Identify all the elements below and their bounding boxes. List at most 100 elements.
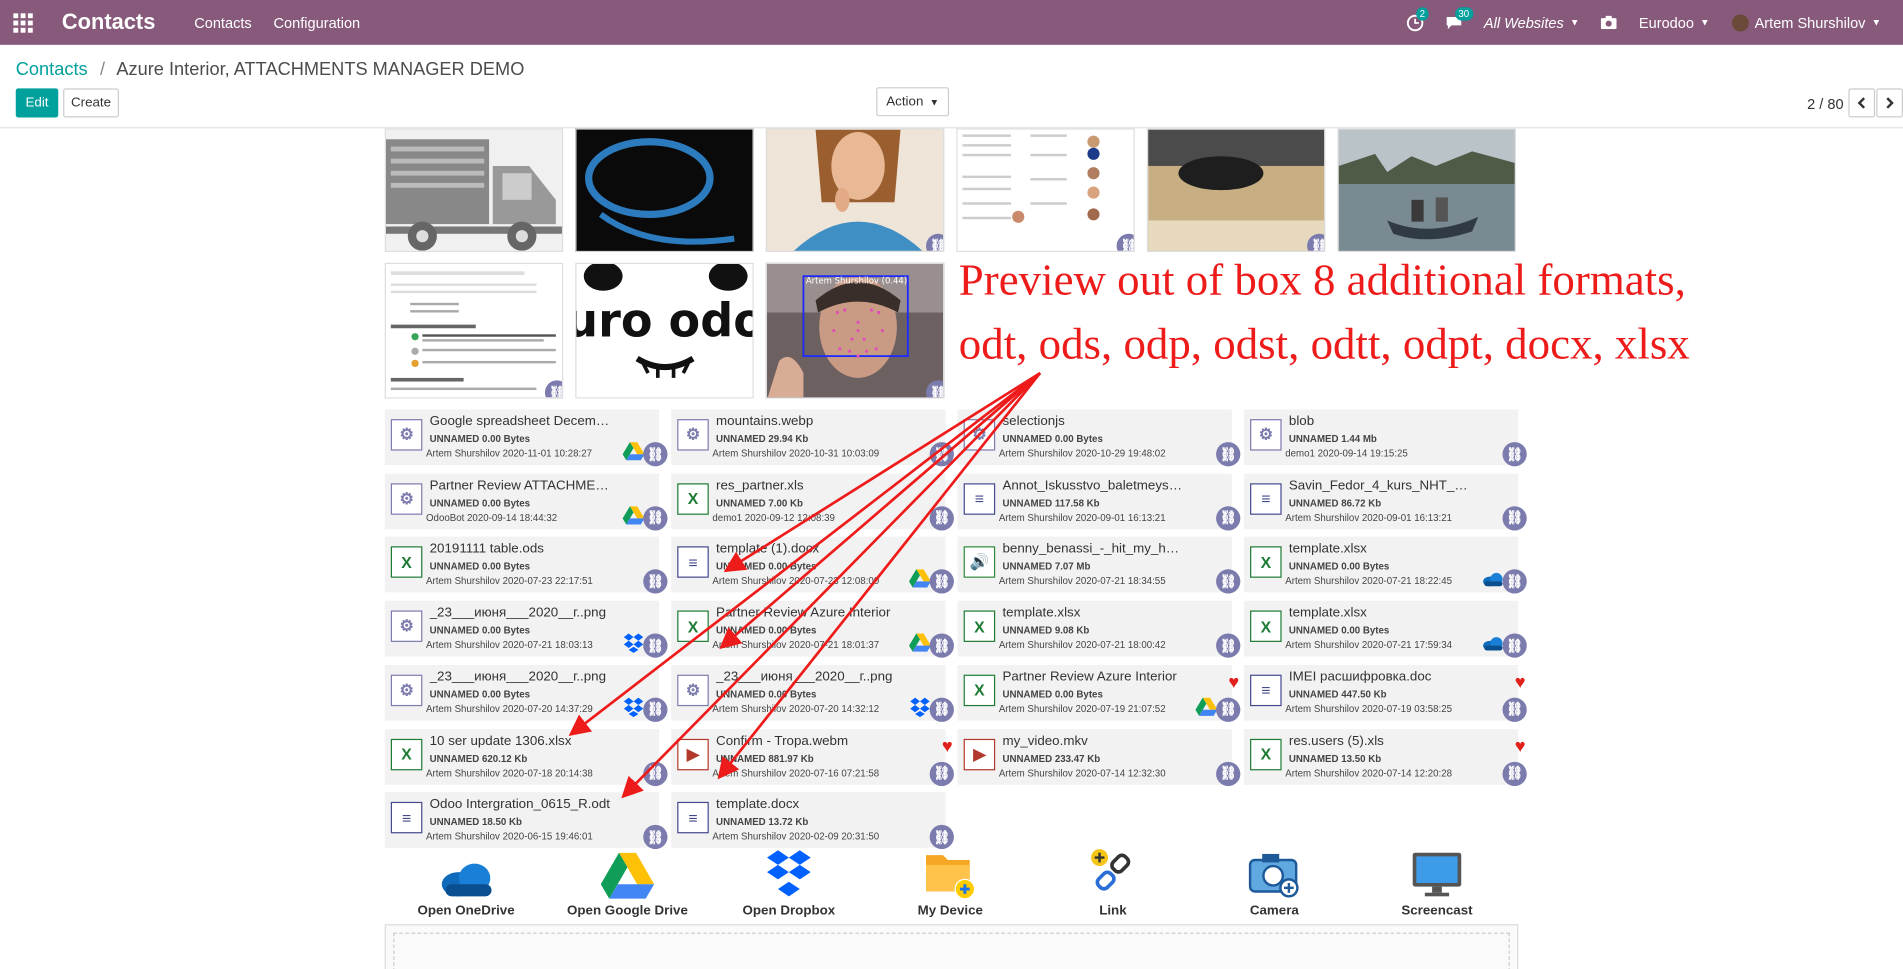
- link-icon[interactable]: ⛓: [1502, 569, 1527, 594]
- image-thumb-document[interactable]: ⛓: [384, 262, 564, 399]
- google-drive-icon[interactable]: [622, 442, 645, 461]
- link-icon[interactable]: ⛓: [1216, 569, 1241, 594]
- link-icon[interactable]: ⛓: [929, 633, 954, 658]
- attachment-name[interactable]: Odoo Intergration_0615_R.odt: [430, 797, 612, 812]
- company-switcher[interactable]: Eurodoo ▼: [1639, 14, 1710, 31]
- heart-icon[interactable]: ♥: [1515, 736, 1526, 757]
- open-google-drive-button[interactable]: Open Google Drive: [567, 848, 688, 918]
- link-icon[interactable]: ⛓: [1502, 633, 1527, 658]
- edit-button[interactable]: Edit: [15, 88, 59, 118]
- camera-button[interactable]: Camera: [1214, 848, 1335, 918]
- link-icon[interactable]: ⛓: [1216, 761, 1241, 786]
- link-icon[interactable]: ⛓: [643, 633, 668, 658]
- attachment-name[interactable]: my_video.mkv: [1002, 733, 1184, 748]
- link-icon[interactable]: ⛓: [929, 569, 954, 594]
- my-device-button[interactable]: My Device: [890, 848, 1011, 918]
- attachment-card[interactable]: Xtemplate.xlsx UNNAMED 9.08 Kb Artem Shurs…: [957, 600, 1241, 658]
- link-icon[interactable]: ⛓: [1216, 442, 1241, 467]
- website-switcher[interactable]: All Websites ▼: [1484, 14, 1580, 31]
- attachment-name[interactable]: IMEI расшифровка.doc: [1289, 670, 1471, 685]
- attachment-name[interactable]: Annot_Iskusstvo_baletmeystera_(balet): [1002, 478, 1184, 493]
- attachment-card[interactable]: ▶ my_video.mkv UNNAMED 233.47 Kb Artem Shur…: [957, 728, 1241, 786]
- image-thumb-mouse[interactable]: ⛓: [1146, 128, 1326, 252]
- attachment-name[interactable]: Google spreadsheet December: [430, 414, 612, 429]
- link-icon[interactable]: ⛓: [929, 697, 954, 722]
- pager-previous-button[interactable]: [1848, 88, 1876, 118]
- open-onedrive-button[interactable]: Open OneDrive: [405, 848, 526, 918]
- attachment-name[interactable]: template (1).docx: [716, 542, 898, 557]
- image-thumb-logo[interactable]: uro odo: [575, 262, 754, 399]
- onedrive-icon[interactable]: [1482, 570, 1504, 589]
- menu-contacts[interactable]: Contacts: [194, 14, 251, 31]
- pager-next-button[interactable]: [1876, 88, 1903, 118]
- open-dropbox-button[interactable]: Open Dropbox: [728, 848, 849, 918]
- link-icon[interactable]: ⛓: [926, 233, 944, 251]
- menu-configuration[interactable]: Configuration: [274, 14, 361, 31]
- attachment-name[interactable]: template.xlsx: [1289, 606, 1471, 621]
- screencast-button[interactable]: Screencast: [1376, 848, 1497, 918]
- user-menu[interactable]: Artem Shurshilov ▼: [1731, 13, 1881, 31]
- attachment-card[interactable]: ⚙ _23___июня___2020__г..png UNNAMED 0.00 B…: [384, 600, 668, 658]
- image-thumb-dark[interactable]: [575, 128, 754, 252]
- attachment-card[interactable]: ⚙ blob UNNAMED 1.44 Mb demo1 2020-09-14 19:…: [1243, 409, 1527, 467]
- attachment-name[interactable]: Savin_Fedor_4_kurs_NHT_VKR_Metodika: [1289, 478, 1471, 493]
- heart-icon[interactable]: ♥: [1515, 672, 1526, 693]
- attachment-card[interactable]: ⚙ Partner Review ATTACHMENTS MANAGER UNNAM…: [384, 473, 668, 531]
- google-drive-icon[interactable]: [909, 633, 931, 653]
- image-thumb-list[interactable]: ⛓: [956, 128, 1135, 252]
- link-icon[interactable]: ⛓: [929, 442, 954, 467]
- link-icon[interactable]: ⛓: [1502, 442, 1527, 467]
- attachment-name[interactable]: mountains.webp: [716, 414, 898, 429]
- attachment-name[interactable]: blob: [1289, 414, 1471, 429]
- attachment-card[interactable]: ⚙ _23___июня___2020__г..png UNNAMED 0.00 B…: [671, 664, 954, 722]
- attachment-name[interactable]: template.docx: [716, 797, 898, 812]
- attachment-name[interactable]: _23___июня___2020__г..png: [716, 670, 898, 685]
- attachment-card[interactable]: ▶ Confirm - Tropa.webm UNNAMED 881.97 Kb Ar…: [671, 728, 954, 786]
- image-thumb-boat[interactable]: [1337, 128, 1516, 252]
- attachment-card[interactable]: 🔊 benny_benassi_-_hit_my_heart_(zaycev.ne…: [957, 537, 1241, 594]
- attachment-card[interactable]: X Partner Review Azure Interior UNNAMED 0.…: [957, 664, 1241, 722]
- link-icon[interactable]: ⛓: [643, 697, 668, 722]
- attachment-card[interactable]: ≡ template.docx UNNAMED 13.72 Kb Artem Shur…: [671, 792, 954, 850]
- attachment-name[interactable]: Partner Review ATTACHMENTS MANAGER: [430, 478, 612, 493]
- attachment-card[interactable]: ≡ Savin_Fedor_4_kurs_NHT_VKR_Metodika UNNA…: [1243, 473, 1527, 531]
- attachment-name[interactable]: res_partner.xls: [716, 478, 898, 493]
- link-icon[interactable]: ⛓: [929, 761, 954, 786]
- attachment-card[interactable]: ≡ Annot_Iskusstvo_baletmeystera_(balet) UN…: [957, 473, 1241, 531]
- link-icon[interactable]: ⛓: [1502, 505, 1527, 531]
- create-button[interactable]: Create: [63, 88, 119, 118]
- attachment-card[interactable]: ≡ template (1).docx UNNAMED 0.00 Bytes Arte…: [671, 537, 954, 594]
- google-drive-icon[interactable]: [622, 505, 645, 525]
- link-icon[interactable]: ⛓: [643, 761, 668, 786]
- breadcrumb-contacts[interactable]: Contacts: [16, 59, 88, 80]
- link-icon[interactable]: ⛓: [929, 825, 954, 850]
- link-icon[interactable]: ⛓: [643, 442, 668, 467]
- image-thumb-truck[interactable]: [384, 128, 564, 252]
- link-icon[interactable]: ⛓: [926, 380, 944, 398]
- attachment-card[interactable]: X 10 ser update 1306.xlsx UNNAMED 620.12 K…: [384, 728, 668, 786]
- dropbox-icon[interactable]: [623, 697, 645, 717]
- link-icon[interactable]: ⛓: [1502, 697, 1527, 722]
- apps-menu-icon[interactable]: [0, 0, 45, 45]
- attachment-card[interactable]: Xres_partner.xls UNNAMED 7.00 Kb demo1 202…: [671, 473, 954, 531]
- link-icon[interactable]: ⛓: [544, 380, 562, 398]
- heart-icon[interactable]: ♥: [1228, 672, 1239, 693]
- onedrive-icon[interactable]: [1482, 634, 1504, 653]
- link-icon[interactable]: ⛓: [643, 569, 668, 594]
- attachment-card[interactable]: Xtemplate.xlsx UNNAMED 0.00 Bytes Artem Sh…: [1243, 537, 1527, 594]
- attachment-name[interactable]: template.xlsx: [1289, 542, 1471, 557]
- link-icon[interactable]: ⛓: [643, 505, 668, 531]
- link-icon[interactable]: ⛓: [643, 825, 668, 850]
- attachment-name[interactable]: template.xlsx: [1002, 606, 1184, 621]
- messaging-menu[interactable]: 30: [1445, 7, 1473, 31]
- google-drive-icon[interactable]: [909, 569, 931, 589]
- attachment-name[interactable]: Partner Review Azure Interior: [716, 606, 898, 621]
- link-icon[interactable]: ⛓: [1216, 505, 1241, 531]
- image-thumb-woman[interactable]: ⛓: [765, 128, 945, 252]
- attachment-card[interactable]: X 20191111 table.ods UNNAMED 0.00 Bytes Art…: [384, 537, 668, 594]
- attachment-name[interactable]: selectionjs: [1002, 414, 1184, 429]
- link-button[interactable]: Link: [1052, 848, 1173, 918]
- dropbox-icon[interactable]: [623, 633, 645, 653]
- file-dropzone[interactable]: [384, 924, 1519, 969]
- attachment-card[interactable]: Xtemplate.xlsx UNNAMED 0.00 Bytes Artem Sh…: [1243, 600, 1527, 658]
